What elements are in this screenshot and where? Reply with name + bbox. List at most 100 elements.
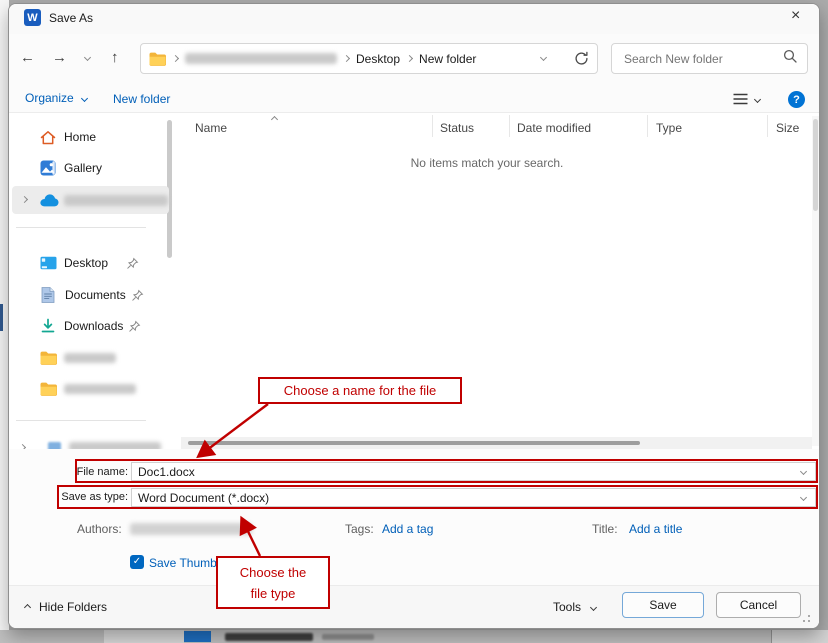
search-input[interactable] (622, 51, 783, 67)
back-arrow-icon[interactable]: ← (20, 50, 35, 65)
column-header-size[interactable]: Size (776, 121, 799, 135)
save-as-type-value: Word Document (*.docx) (132, 491, 801, 505)
callout-file-name: Choose a name for the file (258, 377, 462, 404)
sidebar-item-desktop[interactable]: Desktop (14, 248, 164, 278)
search-box (611, 43, 808, 74)
authors-value-redacted (130, 523, 252, 535)
hide-folders-label: Hide Folders (39, 600, 107, 614)
column-divider (432, 115, 433, 137)
hide-folders-button[interactable]: Hide Folders (25, 600, 107, 614)
file-name-input[interactable] (132, 465, 801, 479)
sidebar-item-folder-redacted[interactable] (14, 343, 164, 373)
cancel-button[interactable]: Cancel (716, 592, 801, 618)
onedrive-label-redacted (64, 195, 168, 206)
chevron-up-icon (24, 603, 31, 610)
folder-icon (40, 351, 64, 365)
sidebar-divider (16, 227, 146, 228)
save-thumbnail-checkbox[interactable]: ✓ (130, 555, 144, 569)
authors-label: Authors: (77, 522, 122, 536)
new-folder-button[interactable]: New folder (113, 92, 170, 106)
background-text-blob (225, 633, 313, 641)
close-icon[interactable]: × (791, 7, 800, 25)
add-a-title-link[interactable]: Add a title (629, 522, 682, 536)
column-divider (767, 115, 768, 137)
breadcrumb: Desktop New folder (149, 43, 476, 74)
forward-arrow-icon[interactable]: → (52, 50, 67, 65)
background-window-bottom-strip (0, 630, 828, 643)
chevron-down-icon[interactable] (800, 468, 807, 475)
view-options-button[interactable] (733, 93, 760, 105)
search-icon[interactable] (783, 49, 797, 68)
file-name-combobox[interactable] (131, 462, 816, 481)
column-header-date-modified[interactable]: Date modified (517, 121, 591, 135)
sidebar-item-downloads[interactable]: Downloads (14, 311, 164, 341)
breadcrumb-separator-icon (406, 55, 413, 62)
sidebar-item-gallery[interactable]: Gallery (14, 153, 164, 183)
view-chevron-icon (754, 95, 761, 102)
sidebar-item-onedrive[interactable] (12, 186, 169, 214)
column-header-status[interactable]: Status (440, 121, 474, 135)
column-divider (509, 115, 510, 137)
home-icon (40, 130, 64, 145)
chevron-down-icon (590, 603, 597, 610)
background-text-blob (322, 634, 374, 640)
sidebar-item-home[interactable]: Home (14, 122, 164, 152)
gallery-icon (40, 160, 64, 176)
organize-button[interactable]: Organize (25, 91, 87, 105)
breadcrumb-separator-icon (343, 55, 350, 62)
empty-list-message: No items match your search. (411, 156, 564, 170)
tags-label: Tags: (345, 522, 374, 536)
add-a-tag-link[interactable]: Add a tag (382, 522, 433, 536)
sidebar-item-folder-redacted[interactable] (14, 374, 164, 404)
up-arrow-icon[interactable]: ↑ (111, 50, 119, 65)
sidebar-item-label: Documents (65, 288, 126, 302)
column-header-type[interactable]: Type (656, 121, 682, 135)
background-accent-bar (0, 304, 3, 331)
screen: W Save As × ← → ↑ Desktop New folder Org… (0, 0, 828, 643)
scrollbar-thumb[interactable] (188, 441, 640, 445)
background-file-icon (184, 631, 211, 642)
breadcrumb-item-new-folder[interactable]: New folder (419, 52, 476, 66)
save-button[interactable]: Save (622, 592, 704, 618)
documents-icon (41, 287, 65, 303)
sidebar-item-documents[interactable]: Documents (14, 280, 164, 310)
sidebar-item-label: Gallery (64, 161, 102, 175)
folder-label-redacted (64, 384, 136, 394)
column-divider (647, 115, 648, 137)
organize-chevron-icon (81, 94, 88, 101)
downloads-icon (40, 318, 64, 334)
pin-icon[interactable] (131, 289, 144, 307)
list-vertical-scrollbar[interactable] (812, 116, 819, 446)
title-label: Title: (592, 522, 618, 536)
pin-icon[interactable] (128, 320, 141, 338)
chevron-down-icon[interactable] (800, 494, 807, 501)
file-name-label: File name: (77, 466, 128, 478)
refresh-icon[interactable] (574, 51, 589, 71)
sidebar-item-label: Downloads (64, 319, 123, 333)
callout-file-type: Choose the file type (216, 556, 330, 609)
onedrive-cloud-icon (40, 194, 59, 212)
pin-icon[interactable] (126, 257, 139, 275)
breadcrumb-item-redacted[interactable] (185, 53, 337, 64)
save-as-type-label: Save as type: (61, 491, 128, 503)
save-as-type-combobox[interactable]: Word Document (*.docx) (131, 488, 816, 507)
column-header-name[interactable]: Name (195, 121, 227, 135)
desktop-icon (40, 256, 64, 271)
check-icon: ✓ (133, 557, 141, 567)
breadcrumb-item-desktop[interactable]: Desktop (356, 52, 400, 66)
list-horizontal-scrollbar[interactable] (181, 437, 812, 449)
help-icon[interactable]: ? (788, 91, 805, 108)
sidebar-item-label: Home (64, 130, 96, 144)
tools-dropdown[interactable]: Tools (553, 600, 596, 614)
sidebar-item-label: Desktop (64, 256, 108, 270)
breadcrumb-separator-icon (172, 55, 179, 62)
scrollbar-thumb[interactable] (813, 119, 818, 211)
list-view-icon (733, 93, 748, 105)
folder-label-redacted (64, 353, 116, 363)
background-segment (104, 630, 184, 643)
expand-chevron-icon[interactable] (21, 196, 28, 203)
title-bar (9, 4, 819, 34)
sidebar-divider (16, 420, 146, 421)
window-title: Save As (49, 11, 93, 25)
word-logo-icon: W (24, 9, 41, 26)
